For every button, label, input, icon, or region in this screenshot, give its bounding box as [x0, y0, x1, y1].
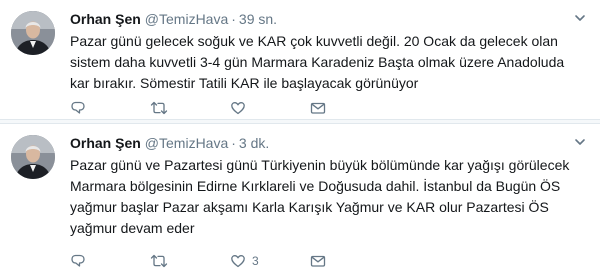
direct-message-button[interactable] [310, 252, 390, 270]
chevron-down-icon[interactable] [574, 136, 586, 148]
reply-icon [71, 101, 85, 114]
envelope-icon [310, 255, 326, 267]
tweet-content: Orhan Şen @TemizHava · 3 dk. Pazar günü ve … [70, 133, 586, 239]
retweet-icon [150, 101, 168, 115]
retweet-button[interactable] [150, 252, 230, 270]
tweet[interactable]: Orhan Şen @TemizHava · 39 sn. Pazar günü ge… [0, 0, 600, 118]
chevron-down-icon[interactable] [574, 12, 586, 24]
tweet-timestamp[interactable]: 39 sn. [239, 11, 277, 27]
tweet-timestamp[interactable]: 3 dk. [239, 135, 269, 151]
author-handle[interactable]: @TemizHava [145, 135, 228, 151]
like-button[interactable]: 3 [230, 252, 310, 270]
tweet-header: Orhan Şen @TemizHava · 3 dk. [70, 133, 586, 153]
author-name[interactable]: Orhan Şen [70, 11, 141, 27]
separator-dot: · [231, 135, 236, 151]
direct-message-button[interactable] [310, 99, 390, 117]
tweet-timeline: Orhan Şen @TemizHava · 39 sn. Pazar günü ge… [0, 0, 600, 275]
heart-icon [231, 102, 245, 115]
tweet[interactable]: Orhan Şen @TemizHava · 3 dk. Pazar günü ve … [0, 124, 600, 275]
retweet-button[interactable] [150, 99, 230, 117]
retweet-icon [150, 254, 168, 268]
reply-button[interactable] [70, 99, 150, 117]
tweet-actions [70, 99, 390, 117]
avatar[interactable] [11, 11, 55, 55]
reply-button[interactable] [70, 252, 150, 270]
avatar[interactable] [11, 135, 55, 179]
envelope-icon [310, 102, 326, 114]
tweet-content: Orhan Şen @TemizHava · 39 sn. Pazar günü ge… [70, 9, 586, 94]
author-name[interactable]: Orhan Şen [70, 135, 141, 151]
separator-dot: · [231, 11, 236, 27]
tweet-text: Pazar günü ve Pazartesi günü Türkiyenin … [70, 157, 570, 236]
profile-photo-icon [11, 135, 55, 179]
author-handle[interactable]: @TemizHava [145, 11, 228, 27]
heart-icon [231, 255, 245, 268]
profile-photo-icon [11, 11, 55, 55]
reply-icon [71, 254, 85, 267]
tweet-actions: 3 [70, 252, 390, 270]
tweet-text: Pazar günü gelecek soğuk ve KAR çok kuvv… [70, 33, 565, 91]
like-count: 3 [252, 254, 259, 268]
like-button[interactable] [230, 99, 310, 117]
tweet-header: Orhan Şen @TemizHava · 39 sn. [70, 9, 586, 29]
